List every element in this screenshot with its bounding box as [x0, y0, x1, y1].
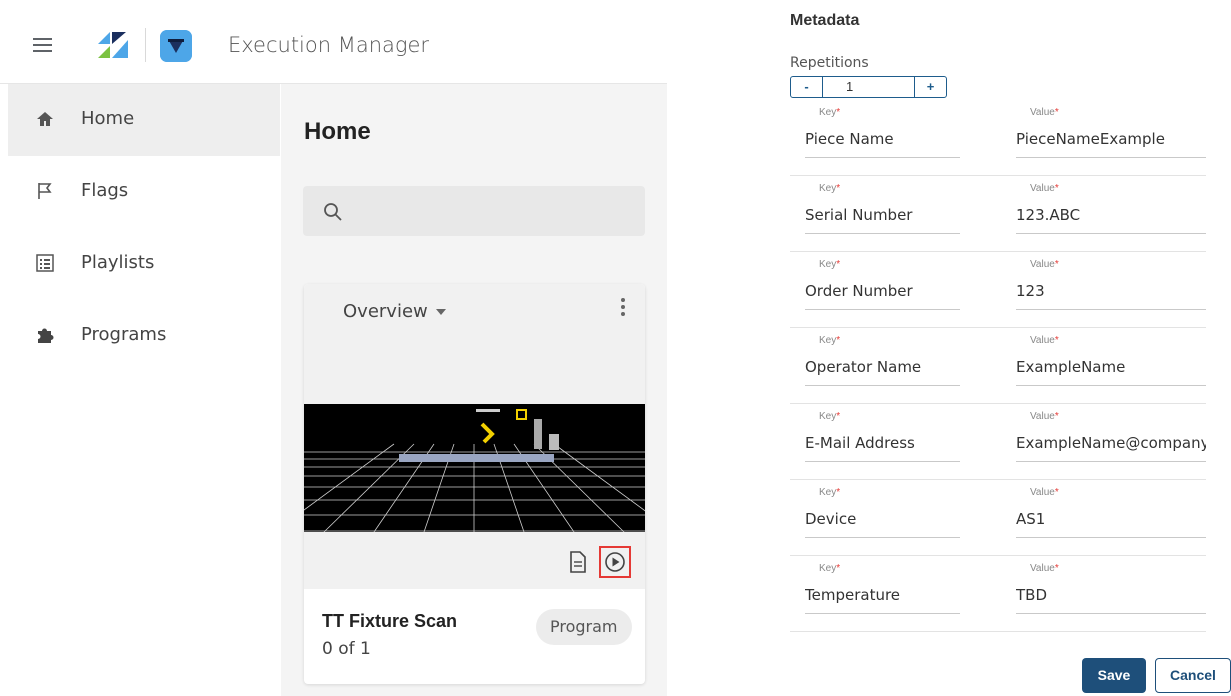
value-input[interactable]: 123 — [1016, 282, 1206, 310]
value-field: Value* 123 — [1016, 252, 1206, 328]
key-field: Key* Device — [805, 480, 960, 556]
view-selector-label: Overview — [343, 301, 428, 322]
metadata-panel: Metadata Repetitions - 1 + Key* Piece Nam… — [780, 0, 1231, 696]
card-progress: 0 of 1 — [322, 639, 371, 659]
value-field: Value* ExampleName@company — [1016, 404, 1206, 480]
metadata-row: Key* Order Number Value* 123 — [790, 252, 1206, 328]
page-title: Home — [304, 118, 371, 145]
play-button[interactable] — [599, 546, 631, 578]
type-chip: Program — [536, 609, 632, 645]
value-field: Value* AS1 — [1016, 480, 1206, 556]
app-logo-icon — [160, 30, 192, 62]
key-label: Key* — [819, 563, 841, 574]
key-label: Key* — [819, 107, 841, 118]
sidebar: Home Flags Playlists Programs — [8, 84, 280, 696]
key-label: Key* — [819, 183, 841, 194]
flag-icon — [38, 183, 52, 199]
home-icon — [37, 112, 53, 126]
value-input[interactable]: ExampleName — [1016, 358, 1206, 386]
key-field: Key* Temperature — [805, 556, 960, 632]
value-input[interactable]: AS1 — [1016, 510, 1206, 538]
metadata-title: Metadata — [790, 12, 860, 29]
key-field: Key* Piece Name — [805, 100, 960, 176]
sidebar-item-label: Flags — [81, 180, 129, 201]
key-input[interactable]: Piece Name — [805, 130, 960, 158]
sidebar-item-programs[interactable]: Programs — [8, 300, 280, 372]
main-content: Home Overview TT Fixture Scan 0 of 1 Pro… — [281, 84, 667, 696]
key-input[interactable]: Temperature — [805, 586, 960, 614]
card-title: TT Fixture Scan — [322, 611, 458, 631]
key-label: Key* — [819, 411, 841, 422]
key-label: Key* — [819, 487, 841, 498]
value-label: Value* — [1030, 107, 1059, 118]
metadata-row: Key* Temperature Value* TBD — [790, 556, 1206, 632]
top-bar: Execution Manager — [0, 0, 667, 84]
value-field: Value* ExampleName — [1016, 328, 1206, 404]
repetitions-label: Repetitions — [790, 55, 869, 71]
increment-button[interactable]: + — [914, 77, 946, 97]
metadata-row: Key* Device Value* AS1 — [790, 480, 1206, 556]
cancel-button[interactable]: Cancel — [1155, 658, 1231, 693]
value-label: Value* — [1030, 487, 1059, 498]
key-field: Key* Order Number — [805, 252, 960, 328]
company-logo-icon — [98, 32, 128, 58]
document-icon[interactable] — [568, 550, 588, 574]
card-header: Overview — [304, 284, 645, 589]
value-label: Value* — [1030, 411, 1059, 422]
menu-icon[interactable] — [33, 38, 52, 52]
value-input[interactable]: PieceNameExample — [1016, 130, 1206, 158]
puzzle-icon — [38, 328, 54, 343]
repetitions-value[interactable]: 1 — [824, 77, 914, 97]
sidebar-item-playlists[interactable]: Playlists — [8, 228, 280, 300]
key-input[interactable]: Serial Number — [805, 206, 960, 234]
play-circle-icon — [605, 552, 625, 572]
value-input[interactable]: 123.ABC — [1016, 206, 1206, 234]
program-card[interactable]: Overview TT Fixture Scan 0 of 1 Program — [304, 284, 645, 684]
key-input[interactable]: Operator Name — [805, 358, 960, 386]
key-input[interactable]: E-Mail Address — [805, 434, 960, 462]
view-selector-dropdown[interactable]: Overview — [343, 301, 446, 329]
key-input[interactable]: Order Number — [805, 282, 960, 310]
value-label: Value* — [1030, 259, 1059, 270]
key-label: Key* — [819, 259, 841, 270]
metadata-row: Key* Operator Name Value* ExampleName — [790, 328, 1206, 404]
value-field: Value* PieceNameExample — [1016, 100, 1206, 176]
sidebar-item-label: Home — [81, 108, 135, 129]
repetitions-stepper: - 1 + — [790, 76, 947, 98]
key-field: Key* Serial Number — [805, 176, 960, 252]
sidebar-item-flags[interactable]: Flags — [8, 156, 280, 228]
logo-divider — [145, 28, 146, 62]
chevron-down-icon — [435, 309, 446, 315]
more-options-icon[interactable] — [616, 296, 630, 322]
metadata-row: Key* Serial Number Value* 123.ABC — [790, 176, 1206, 252]
value-label: Value* — [1030, 335, 1059, 346]
key-label: Key* — [819, 335, 841, 346]
key-input[interactable]: Device — [805, 510, 960, 538]
save-button[interactable]: Save — [1082, 658, 1146, 693]
value-input[interactable]: TBD — [1016, 586, 1206, 614]
execution-manager-app: Execution Manager Home Flags Playlists P… — [0, 0, 667, 696]
sidebar-item-label: Playlists — [81, 252, 155, 273]
sidebar-item-label: Programs — [81, 324, 167, 345]
app-title: Execution Manager — [228, 33, 430, 57]
metadata-row: Key* E-Mail Address Value* ExampleName@comp… — [790, 404, 1206, 480]
value-input[interactable]: ExampleName@company — [1016, 434, 1206, 462]
value-label: Value* — [1030, 183, 1059, 194]
search-input[interactable] — [303, 186, 645, 236]
search-icon — [324, 203, 342, 221]
list-icon — [36, 254, 54, 272]
sidebar-item-home[interactable]: Home — [8, 84, 280, 156]
value-field: Value* TBD — [1016, 556, 1206, 632]
key-field: Key* Operator Name — [805, 328, 960, 404]
program-thumbnail — [304, 404, 645, 532]
key-field: Key* E-Mail Address — [805, 404, 960, 480]
decrement-button[interactable]: - — [791, 77, 823, 97]
metadata-row: Key* Piece Name Value* PieceNameExample — [790, 100, 1206, 176]
value-field: Value* 123.ABC — [1016, 176, 1206, 252]
value-label: Value* — [1030, 563, 1059, 574]
